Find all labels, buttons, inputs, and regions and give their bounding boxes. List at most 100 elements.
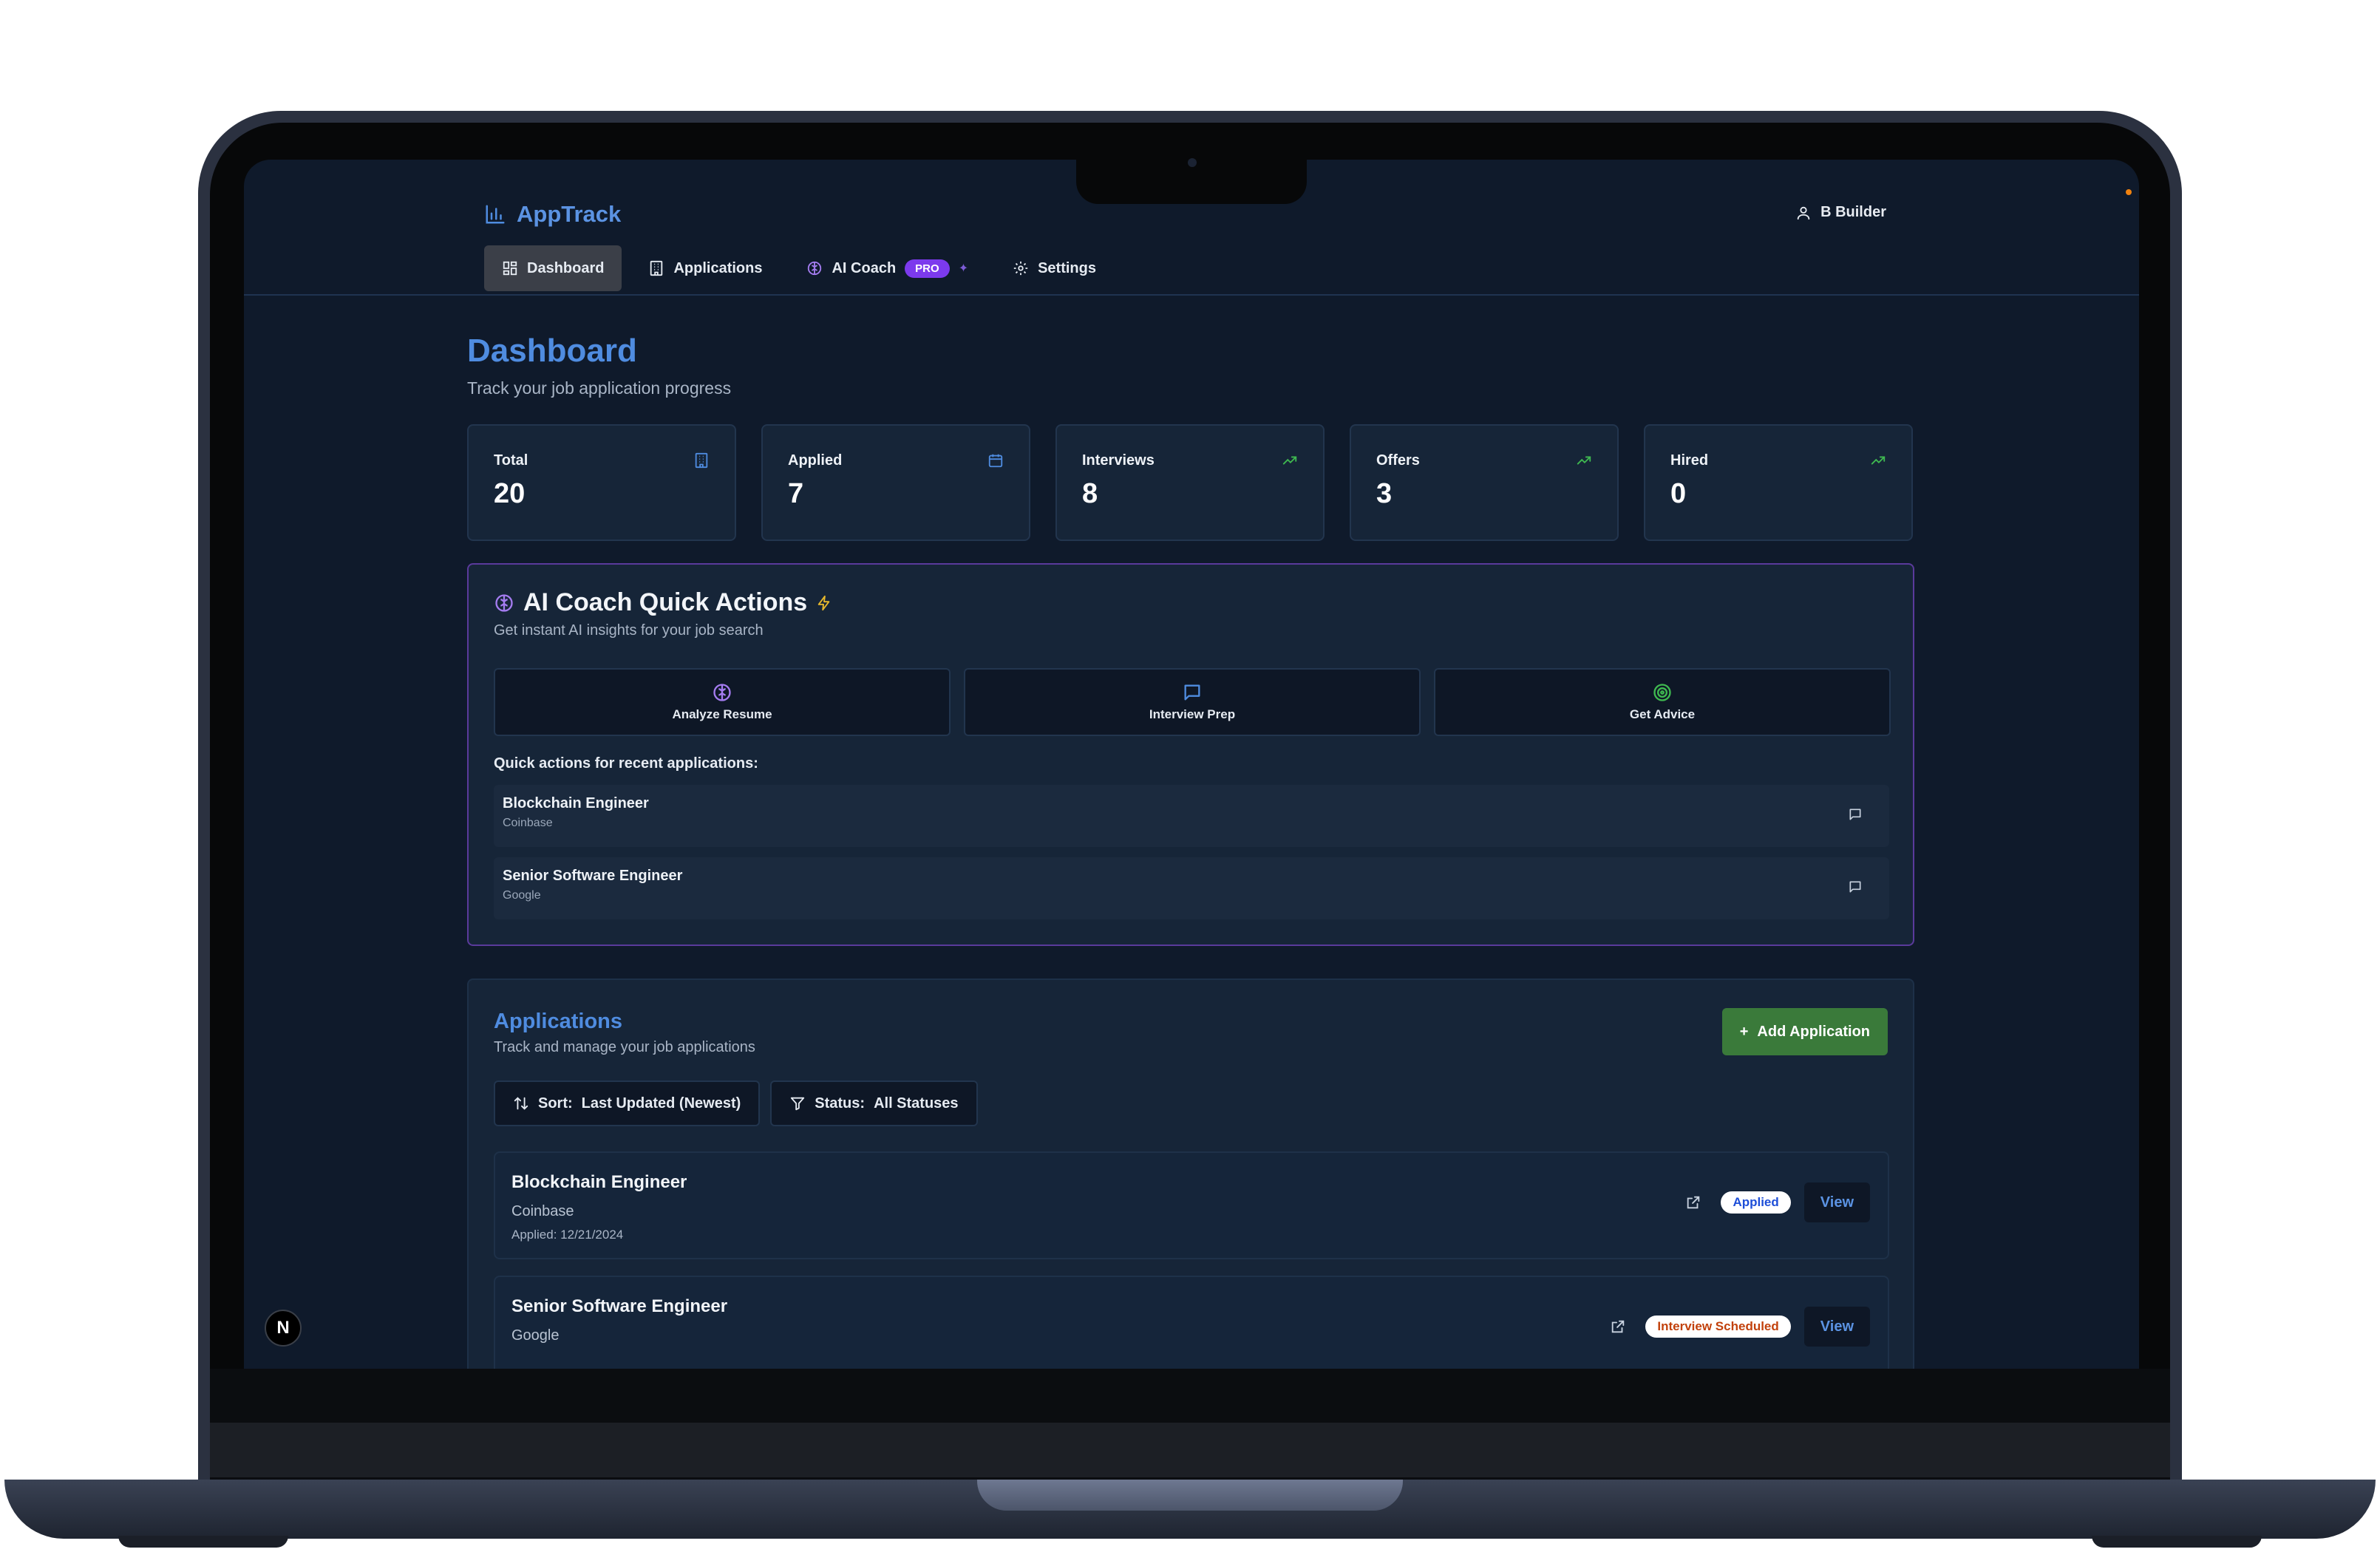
interview-prep-button[interactable]: Interview Prep	[964, 668, 1421, 736]
stats-row: Total 20 Applied 7 Interviews 8 Offers 3…	[467, 424, 1913, 541]
plus-icon: +	[1739, 1023, 1749, 1040]
external-link-icon[interactable]	[1685, 1194, 1701, 1211]
page-subtitle: Track your job application progress	[467, 378, 732, 398]
stat-label: Total	[494, 452, 528, 469]
recent-actions-label: Quick actions for recent applications:	[494, 755, 758, 772]
laptop-hinge	[210, 1423, 2170, 1477]
target-icon	[1653, 684, 1671, 701]
stat-card-hired: Hired 0	[1644, 424, 1913, 541]
nav-dashboard-label: Dashboard	[527, 259, 605, 276]
stat-value: 7	[788, 478, 804, 509]
get-advice-button[interactable]: Get Advice	[1434, 668, 1891, 736]
status-badge: Interview Scheduled	[1645, 1316, 1791, 1338]
sparkle-icon: ✦	[958, 262, 969, 275]
app-name: AppTrack	[517, 201, 622, 227]
lightning-icon	[817, 595, 830, 610]
stat-card-applied: Applied 7	[761, 424, 1030, 541]
recent-application-title: Senior Software Engineer	[503, 868, 683, 884]
brain-icon	[713, 684, 731, 701]
user-menu[interactable]: B Builder	[1795, 204, 1886, 221]
stat-card-offers: Offers 3	[1350, 424, 1619, 541]
stat-label: Applied	[788, 452, 843, 469]
nav-settings-label: Settings	[1038, 259, 1096, 276]
recent-application-row[interactable]: Senior Software Engineer Google	[494, 857, 1889, 919]
laptop-screen: AppTrack B Builder Dashboard Application…	[244, 160, 2139, 1369]
apptrack-app: AppTrack B Builder Dashboard Application…	[244, 160, 2139, 1369]
view-button[interactable]: View	[1803, 1307, 1870, 1347]
stat-value: 0	[1670, 478, 1687, 509]
indicator-dot	[2126, 189, 2132, 195]
filter-icon	[791, 1097, 805, 1111]
nav-applications-label: Applications	[673, 259, 763, 276]
trending-up-icon	[1577, 456, 1591, 465]
brain-icon	[808, 261, 822, 276]
application-date: Applied: 12/21/2024	[511, 1228, 624, 1242]
stat-label: Offers	[1376, 452, 1420, 469]
recent-application-company: Coinbase	[503, 817, 553, 829]
recent-application-row[interactable]: Blockchain Engineer Coinbase	[494, 785, 1889, 847]
dashboard-grid-icon	[503, 261, 517, 276]
brand-logo[interactable]: AppTrack	[484, 201, 621, 228]
application-actions: Interview Scheduled View	[1610, 1307, 1870, 1347]
page-title: Dashboard	[467, 333, 637, 369]
stat-value: 8	[1082, 478, 1098, 509]
application-title: Blockchain Engineer	[511, 1172, 687, 1192]
pro-badge: PRO	[905, 259, 950, 278]
application-card[interactable]: Blockchain Engineer Coinbase Applied: 12…	[494, 1151, 1889, 1259]
status-label: Status:	[815, 1095, 866, 1112]
view-button[interactable]: View	[1803, 1182, 1870, 1222]
interview-prep-label: Interview Prep	[1149, 707, 1236, 721]
nav-ai-coach-label: AI Coach	[832, 259, 897, 276]
laptop-foot-right	[2092, 1536, 2262, 1548]
ai-coach-title: AI Coach Quick Actions	[523, 588, 808, 616]
status-badge: Applied	[1721, 1191, 1791, 1214]
nav-applications[interactable]: Applications	[630, 245, 780, 291]
ai-coach-panel: AI Coach Quick Actions Get instant AI in…	[467, 563, 1914, 946]
recent-applications-list: Blockchain Engineer Coinbase Senior Soft…	[494, 785, 1889, 930]
stat-value: 20	[494, 478, 526, 509]
nav-ai-coach[interactable]: AI Coach PRO ✦	[789, 245, 986, 291]
ai-coach-actions: Analyze Resume Interview Prep Get Advice	[494, 668, 1891, 736]
stat-card-interviews: Interviews 8	[1055, 424, 1325, 541]
main-nav: Dashboard Applications AI Coach PRO ✦ Se…	[484, 245, 1114, 291]
message-square-icon	[1184, 684, 1200, 701]
sort-value: Last Updated (Newest)	[581, 1095, 741, 1112]
building-icon	[695, 452, 708, 469]
analyze-resume-button[interactable]: Analyze Resume	[494, 668, 951, 736]
stat-label: Interviews	[1082, 452, 1155, 469]
sort-dropdown[interactable]: Sort: Last Updated (Newest)	[494, 1080, 761, 1126]
gear-icon	[1013, 261, 1028, 276]
calendar-icon	[988, 454, 1003, 468]
applications-list: Blockchain Engineer Coinbase Applied: 12…	[494, 1151, 1889, 1369]
nav-dashboard[interactable]: Dashboard	[484, 245, 622, 291]
application-card[interactable]: Senior Software Engineer Google Intervie…	[494, 1276, 1889, 1369]
status-filter-dropdown[interactable]: Status: All Statuses	[770, 1080, 978, 1126]
recent-application-company: Google	[503, 889, 541, 902]
external-link-icon[interactable]	[1610, 1318, 1626, 1335]
bar-chart-icon	[486, 205, 505, 224]
camera-icon	[1188, 158, 1197, 167]
sort-label: Sort:	[538, 1095, 573, 1112]
applications-subtitle: Track and manage your job applications	[494, 1039, 755, 1055]
ai-coach-subtitle: Get instant AI insights for your job sea…	[494, 622, 764, 639]
user-icon	[1797, 206, 1810, 219]
application-company: Coinbase	[511, 1203, 574, 1219]
analyze-resume-label: Analyze Resume	[672, 707, 772, 721]
recent-application-title: Blockchain Engineer	[503, 795, 649, 811]
application-actions: Applied View	[1685, 1182, 1870, 1222]
get-advice-label: Get Advice	[1629, 707, 1696, 721]
user-name: B Builder	[1820, 204, 1886, 220]
sort-arrows-icon	[514, 1097, 528, 1110]
brain-icon	[495, 593, 513, 612]
message-square-icon[interactable]	[1848, 879, 1863, 894]
nextjs-dev-badge[interactable]: N	[265, 1310, 302, 1347]
building-icon	[650, 260, 663, 276]
trending-up-icon	[1871, 456, 1886, 465]
add-application-label: Add Application	[1757, 1023, 1870, 1040]
stat-label: Hired	[1670, 452, 1709, 469]
nav-settings[interactable]: Settings	[995, 245, 1114, 291]
trending-up-icon	[1282, 456, 1297, 465]
applications-panel: Applications Track and manage your job a…	[467, 978, 1914, 1369]
message-square-icon[interactable]	[1848, 807, 1863, 822]
add-application-button[interactable]: + Add Application	[1721, 1008, 1888, 1055]
